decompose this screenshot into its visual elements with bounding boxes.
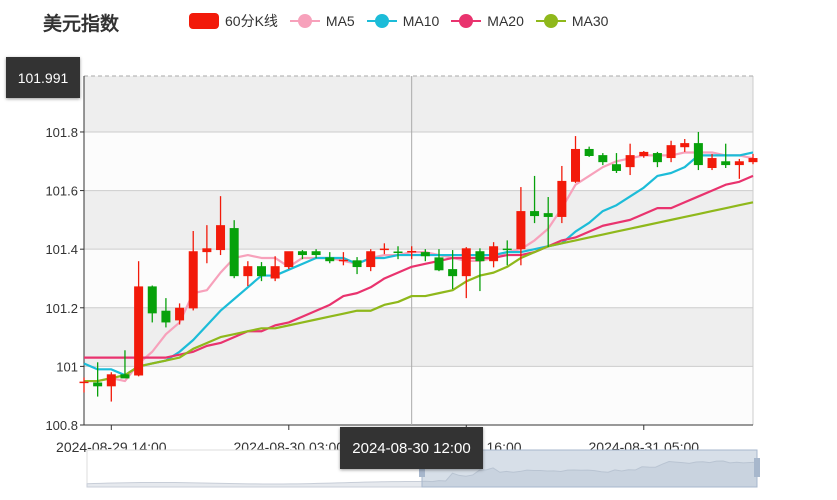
candle-down[interactable] (352, 260, 362, 268)
candle-down[interactable] (598, 155, 608, 163)
candle-up[interactable] (270, 266, 280, 279)
candle-down[interactable] (420, 252, 430, 257)
candle-down[interactable] (652, 153, 662, 163)
candle-up[interactable] (516, 211, 526, 250)
y-tick-label: 101.4 (45, 242, 78, 257)
candle-up[interactable] (379, 248, 389, 251)
y-tick-label: 101.8 (45, 125, 78, 140)
grid-band (84, 190, 753, 250)
candle-up[interactable] (106, 374, 116, 387)
candle-up[interactable] (734, 161, 744, 166)
candle-up[interactable] (175, 307, 185, 321)
candle-up[interactable] (625, 155, 635, 168)
candle-down[interactable] (147, 286, 157, 314)
candle-up[interactable] (461, 248, 471, 277)
candle-up[interactable] (202, 248, 212, 253)
candle-down[interactable] (311, 251, 321, 256)
y-tick-label: 100.8 (45, 418, 78, 433)
candle-up[interactable] (571, 148, 581, 182)
candle-up[interactable] (748, 158, 758, 163)
candle-down[interactable] (325, 257, 335, 262)
candle-down[interactable] (502, 248, 512, 251)
candle-up[interactable] (407, 250, 417, 253)
candle-up[interactable] (79, 381, 89, 384)
candle-up[interactable] (680, 143, 690, 148)
candle-up[interactable] (366, 251, 376, 268)
candlestick-chart[interactable]: 101.8101.6101.4101.2101100.82024-08-29 1… (0, 0, 837, 500)
candle-down[interactable] (693, 143, 703, 166)
candle-up[interactable] (216, 225, 226, 251)
candle-down[interactable] (530, 211, 540, 217)
candle-up[interactable] (243, 266, 253, 277)
candle-up[interactable] (707, 158, 717, 169)
candle-down[interactable] (161, 310, 171, 323)
grid-band (84, 249, 753, 308)
datazoom-right-handle[interactable] (754, 458, 760, 477)
candle-down[interactable] (297, 251, 307, 256)
grid-band (84, 307, 753, 367)
candle-down[interactable] (721, 161, 731, 166)
x-axis-pointer-label: 2024-08-30 12:00 (340, 427, 483, 469)
y-tick-label: 101 (56, 359, 78, 374)
candle-down[interactable] (120, 374, 130, 379)
candle-up[interactable] (557, 180, 567, 217)
y-tick-label: 101.6 (45, 184, 78, 199)
candle-down[interactable] (434, 257, 444, 271)
candle-down[interactable] (584, 148, 594, 156)
candle-down[interactable] (475, 251, 485, 262)
candle-down[interactable] (543, 213, 553, 217)
candle-up[interactable] (489, 246, 499, 262)
candle-up[interactable] (284, 251, 294, 268)
candle-up[interactable] (639, 151, 649, 156)
candle-down[interactable] (256, 266, 266, 277)
grid-band (84, 366, 753, 425)
y-tick-label: 101.2 (45, 301, 78, 316)
candle-up[interactable] (134, 286, 144, 376)
grid-band (84, 131, 753, 191)
candle-down[interactable] (448, 269, 458, 277)
candle-up[interactable] (188, 251, 198, 309)
candle-down[interactable] (393, 251, 403, 254)
candle-up[interactable] (338, 259, 348, 262)
candle-down[interactable] (229, 228, 239, 277)
candle-down[interactable] (611, 164, 621, 171)
grid-band (84, 76, 753, 132)
candle-down[interactable] (93, 382, 103, 387)
candle-up[interactable] (666, 145, 676, 159)
y-axis-pointer-label: 101.991 (6, 57, 80, 98)
